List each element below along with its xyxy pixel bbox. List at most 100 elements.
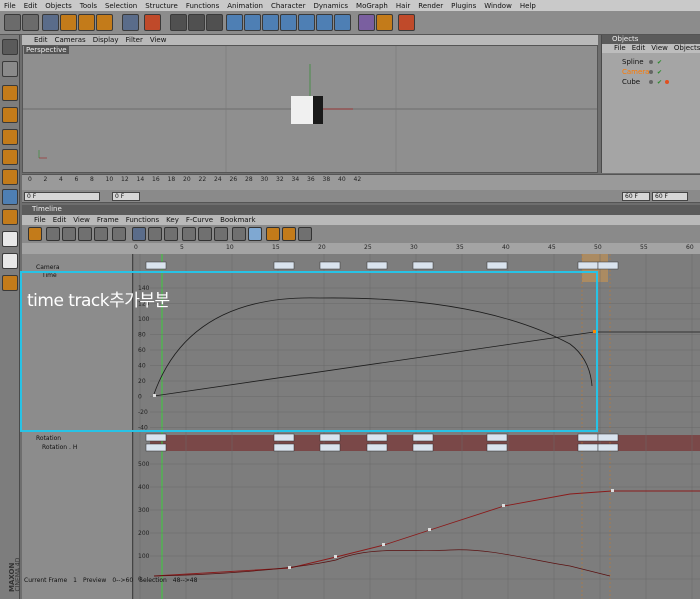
render-settings-icon[interactable] bbox=[206, 14, 223, 31]
redo-icon[interactable] bbox=[22, 14, 39, 31]
menu-item[interactable]: MoGraph bbox=[356, 2, 388, 10]
workplane-icon[interactable] bbox=[2, 275, 18, 291]
zoom-icon[interactable] bbox=[132, 227, 146, 241]
light-icon[interactable] bbox=[376, 14, 393, 31]
menu-item[interactable]: Edit bbox=[34, 36, 48, 44]
menu-item[interactable]: File bbox=[34, 216, 46, 224]
track-camera[interactable]: Camera bbox=[22, 263, 133, 271]
max-frame-field[interactable]: 60 F bbox=[652, 192, 688, 201]
grid-icon[interactable] bbox=[2, 253, 18, 269]
menu-item[interactable]: Cameras bbox=[55, 36, 86, 44]
menu-item[interactable]: Plugins bbox=[451, 2, 476, 10]
fcurve-mode-icon[interactable] bbox=[46, 227, 60, 241]
tangent-icon[interactable] bbox=[232, 227, 246, 241]
menu-item[interactable]: Dynamics bbox=[314, 2, 349, 10]
menu-item[interactable]: Key bbox=[166, 216, 179, 224]
undo-icon[interactable] bbox=[4, 14, 21, 31]
menu-item[interactable]: Display bbox=[93, 36, 119, 44]
menu-item[interactable]: View bbox=[73, 216, 90, 224]
menu-item[interactable]: View bbox=[651, 44, 668, 53]
menu-item[interactable]: Objects bbox=[45, 2, 71, 10]
menu-item[interactable]: Functions bbox=[126, 216, 159, 224]
menu-item[interactable]: Edit bbox=[53, 216, 67, 224]
link-icon[interactable] bbox=[78, 227, 92, 241]
spline-icon[interactable] bbox=[244, 14, 261, 31]
scale-icon[interactable] bbox=[78, 14, 95, 31]
timeline-ruler[interactable]: 0 5 10 15 20 25 30 35 40 45 50 55 60 bbox=[22, 243, 700, 254]
current-frame-field[interactable]: 0 F bbox=[112, 192, 140, 201]
cube-icon[interactable] bbox=[226, 14, 243, 31]
nurbs-icon[interactable] bbox=[262, 14, 279, 31]
spline-interp-icon[interactable] bbox=[198, 227, 212, 241]
use-texture-icon[interactable] bbox=[2, 149, 18, 165]
track-before-icon[interactable] bbox=[298, 227, 312, 241]
use-edges-icon[interactable] bbox=[2, 107, 18, 123]
menu-item[interactable]: F-Curve bbox=[186, 216, 213, 224]
menu-item[interactable]: Window bbox=[484, 2, 512, 10]
frame-all-icon[interactable] bbox=[148, 227, 162, 241]
menu-item[interactable]: Edit bbox=[632, 44, 646, 53]
menu-item[interactable]: Edit bbox=[24, 2, 38, 10]
track-rotation[interactable]: Rotation bbox=[22, 434, 133, 442]
perspective-viewport[interactable]: Perspective bbox=[22, 45, 598, 173]
menu-item[interactable]: Bookmark bbox=[220, 216, 255, 224]
use-points-icon[interactable] bbox=[2, 85, 18, 101]
key-mode-icon[interactable] bbox=[28, 227, 42, 241]
frame-ruler[interactable]: 0 2 4 6 8 10 12 14 16 18 20 22 24 26 28 30 32 34 36 38 40 42 bbox=[22, 174, 700, 190]
visibility-icon[interactable] bbox=[649, 60, 653, 64]
menu-item[interactable]: Render bbox=[418, 2, 443, 10]
end-frame-field[interactable]: 60 F bbox=[622, 192, 650, 201]
record-icon[interactable] bbox=[112, 227, 126, 241]
curve-icon[interactable] bbox=[248, 227, 262, 241]
environment-icon[interactable] bbox=[334, 14, 351, 31]
checker-icon[interactable] bbox=[2, 231, 18, 247]
rotate-icon[interactable] bbox=[96, 14, 113, 31]
tweak-icon[interactable] bbox=[2, 189, 18, 205]
sky-icon[interactable] bbox=[398, 14, 415, 31]
delete-key-icon[interactable] bbox=[282, 227, 296, 241]
play-icon[interactable] bbox=[94, 227, 108, 241]
menu-item[interactable]: Selection bbox=[105, 2, 137, 10]
coordinate-icon[interactable] bbox=[144, 14, 161, 31]
menu-item[interactable]: File bbox=[4, 2, 16, 10]
array-icon[interactable] bbox=[280, 14, 297, 31]
add-key-icon[interactable] bbox=[266, 227, 280, 241]
use-axis-icon[interactable] bbox=[2, 169, 18, 185]
scene-icon[interactable] bbox=[316, 14, 333, 31]
select-icon[interactable] bbox=[42, 14, 59, 31]
check-icon[interactable]: ✔ bbox=[657, 79, 662, 86]
menu-item[interactable]: Help bbox=[520, 2, 536, 10]
use-model-icon[interactable] bbox=[2, 39, 18, 55]
menu-item[interactable]: Objects bbox=[674, 44, 700, 53]
render-view-icon[interactable] bbox=[170, 14, 187, 31]
menu-item[interactable]: Animation bbox=[227, 2, 263, 10]
move-icon[interactable] bbox=[60, 14, 77, 31]
menu-item[interactable]: Frame bbox=[97, 216, 119, 224]
linear-icon[interactable] bbox=[182, 227, 196, 241]
step-icon[interactable] bbox=[214, 227, 228, 241]
track-rotation-h[interactable]: Rotation . H bbox=[22, 443, 133, 451]
menu-item[interactable]: View bbox=[150, 36, 167, 44]
use-polygons-icon[interactable] bbox=[2, 129, 18, 145]
menu-item[interactable]: File bbox=[614, 44, 626, 53]
deformer-icon[interactable] bbox=[298, 14, 315, 31]
snap-keys-icon[interactable] bbox=[164, 227, 178, 241]
check-icon[interactable]: ✔ bbox=[657, 69, 662, 76]
visibility-icon[interactable] bbox=[649, 80, 653, 84]
menu-item[interactable]: Filter bbox=[126, 36, 143, 44]
menu-item[interactable]: Functions bbox=[186, 2, 219, 10]
check-icon[interactable]: ✔ bbox=[657, 59, 662, 66]
menu-item[interactable]: Tools bbox=[80, 2, 97, 10]
camera-icon[interactable] bbox=[358, 14, 375, 31]
snap-icon[interactable] bbox=[2, 209, 18, 225]
motion-mode-icon[interactable] bbox=[62, 227, 76, 241]
menu-item[interactable]: Character bbox=[271, 2, 306, 10]
tag-icon[interactable] bbox=[665, 80, 669, 84]
menu-item[interactable]: Structure bbox=[145, 2, 178, 10]
menu-item[interactable]: Hair bbox=[396, 2, 410, 10]
visibility-icon[interactable] bbox=[649, 70, 653, 74]
use-object-icon[interactable] bbox=[2, 61, 18, 77]
render-picture-icon[interactable] bbox=[188, 14, 205, 31]
live-select-icon[interactable] bbox=[122, 14, 139, 31]
start-frame-field[interactable]: 0 F bbox=[24, 192, 100, 201]
